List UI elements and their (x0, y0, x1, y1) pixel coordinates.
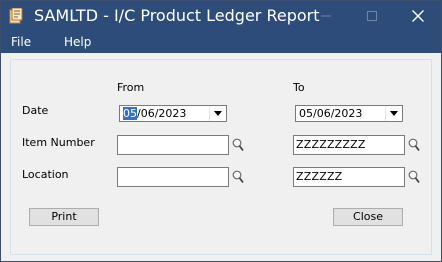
title-bar[interactable]: SAMLTD - I/C Product Ledger Report (1, 1, 441, 31)
date-to-value: 05/06/2023 (299, 107, 363, 120)
date-from-value: 05/06/2023 (123, 107, 186, 121)
location-from-input[interactable] (117, 167, 229, 187)
date-from-picker[interactable]: 05/06/2023 (119, 105, 227, 122)
chevron-down-icon (390, 111, 398, 116)
to-header: To (293, 81, 305, 94)
location-label: Location (22, 168, 69, 181)
close-icon (412, 10, 424, 22)
location-to-finder-magnifier-icon[interactable] (408, 170, 420, 184)
form-area: From To Date Item Number Location 05/06/… (1, 53, 441, 261)
maximize-button[interactable] (349, 1, 395, 31)
menu-file[interactable]: File (11, 34, 31, 50)
minimize-icon (321, 15, 331, 17)
minimize-button[interactable] (303, 1, 349, 31)
date-from-dropdown-button[interactable] (209, 106, 226, 121)
location-to-value: ZZZZZZ (296, 170, 343, 183)
location-to-input[interactable]: ZZZZZZ (293, 167, 405, 187)
item-to-value: ZZZZZZZZZ (296, 138, 366, 151)
date-from-rest: /06/2023 (137, 107, 187, 120)
window-title: SAMLTD - I/C Product Ledger Report (34, 6, 320, 25)
item-number-label: Item Number (22, 136, 95, 149)
date-to-dropdown-button[interactable] (385, 106, 402, 121)
maximize-icon (367, 11, 377, 21)
from-header: From (117, 81, 145, 94)
menu-bar: File Help (1, 31, 441, 53)
chevron-down-icon (214, 111, 222, 116)
item-to-input[interactable]: ZZZZZZZZZ (293, 135, 405, 155)
close-window-button[interactable] (395, 1, 441, 31)
print-button[interactable]: Print (29, 208, 99, 226)
date-label: Date (22, 104, 49, 117)
report-window: SAMLTD - I/C Product Ledger Report File … (0, 0, 442, 262)
item-to-finder-magnifier-icon[interactable] (408, 138, 420, 152)
ledger-report-icon (9, 8, 23, 24)
date-from-selected-part: 05 (123, 107, 137, 120)
item-from-finder-magnifier-icon[interactable] (232, 138, 244, 152)
menu-help[interactable]: Help (64, 34, 91, 50)
date-to-picker[interactable]: 05/06/2023 (295, 105, 403, 122)
location-from-finder-magnifier-icon[interactable] (232, 170, 244, 184)
close-button[interactable]: Close (333, 208, 403, 226)
item-from-input[interactable] (117, 135, 229, 155)
